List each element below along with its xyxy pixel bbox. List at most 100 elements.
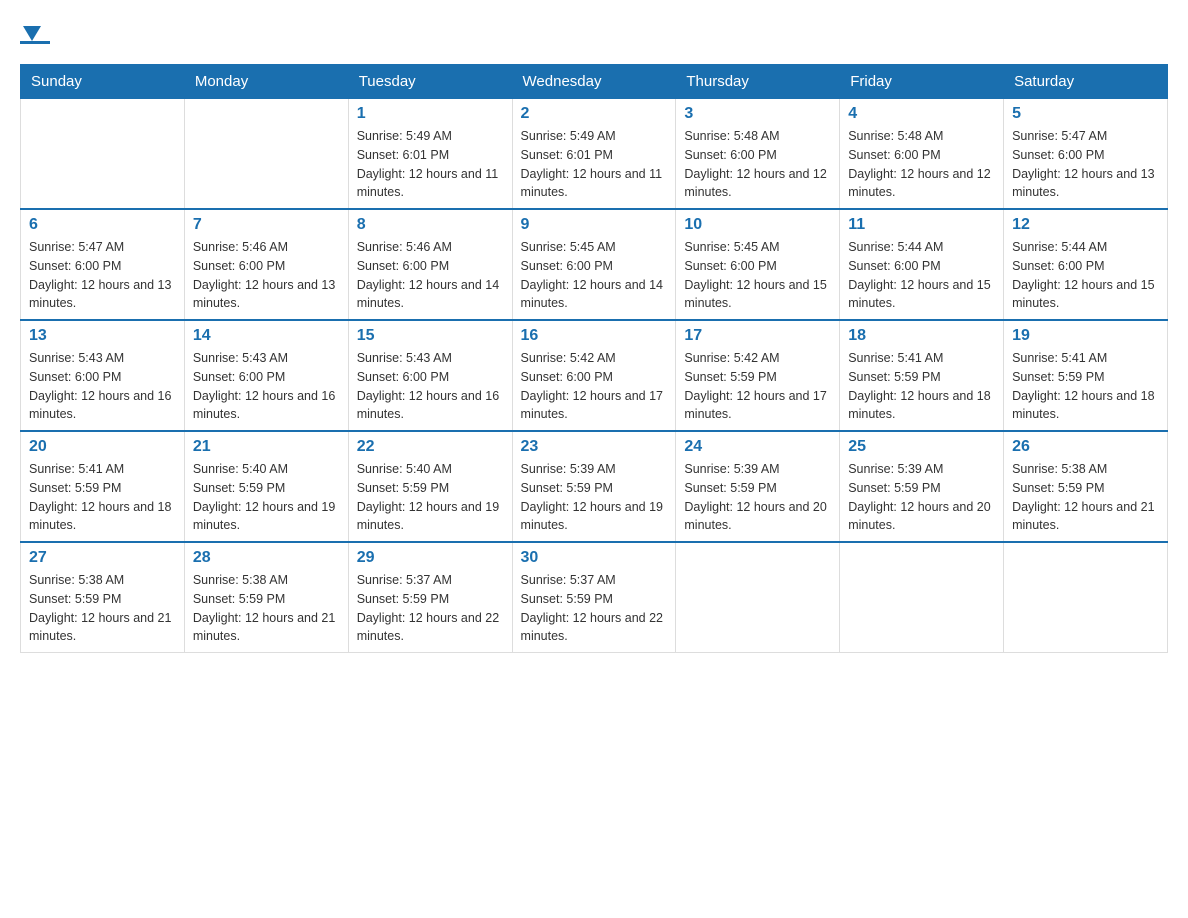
day-number: 26 [1012,438,1159,456]
day-number: 7 [193,216,340,234]
weekday-header-wednesday: Wednesday [512,65,676,99]
day-number: 6 [29,216,176,234]
calendar-cell: 8Sunrise: 5:46 AMSunset: 6:00 PMDaylight… [348,209,512,320]
day-info: Sunrise: 5:47 AMSunset: 6:00 PMDaylight:… [29,238,176,313]
calendar-cell: 10Sunrise: 5:45 AMSunset: 6:00 PMDayligh… [676,209,840,320]
calendar-cell: 4 Sunrise: 5:48 AMSunset: 6:00 PMDaylight… [840,99,1004,210]
day-info: Sunrise: 5:48 AMSunset: 6:00 PMDaylight:… [684,127,831,202]
day-number: 17 [684,327,831,345]
day-info: Sunrise: 5:37 AMSunset: 5:59 PMDaylight:… [521,571,668,646]
week-row-3: 13 Sunrise: 5:43 AMSunset: 6:00 PMDayligh… [21,320,1168,431]
weekday-header-saturday: Saturday [1004,65,1168,99]
day-info: Sunrise: 5:39 AMSunset: 5:59 PMDaylight:… [684,460,831,535]
day-number: 13 [29,327,176,345]
day-number: 19 [1012,327,1159,345]
day-number: 22 [357,438,504,456]
day-info: Sunrise: 5:46 AMSunset: 6:00 PMDaylight:… [357,238,504,313]
day-info: Sunrise: 5:49 AMSunset: 6:01 PMDaylight:… [357,127,504,202]
day-info: Sunrise: 5:42 AMSunset: 6:00 PMDaylight:… [521,349,668,424]
calendar-cell: 13Sunrise: 5:43 AMSunset: 6:00 PMDayligh… [21,320,185,431]
day-number: 18 [848,327,995,345]
logo [20,20,54,44]
calendar-cell: 25 Sunrise: 5:39 AMSunset: 5:59 PMDayligh… [840,431,1004,542]
day-number: 12 [1012,216,1159,234]
day-number: 1 [357,105,504,123]
day-number: 30 [521,549,668,567]
calendar-cell: 24Sunrise: 5:39 AMSunset: 5:59 PMDayligh… [676,431,840,542]
calendar-cell: 16 Sunrise: 5:42 AMSunset: 6:00 PMDayligh… [512,320,676,431]
calendar-cell: 20Sunrise: 5:41 AMSunset: 5:59 PMDayligh… [21,431,185,542]
calendar-cell: 2 Sunrise: 5:49 AMSunset: 6:01 PMDaylight… [512,99,676,210]
weekday-header-tuesday: Tuesday [348,65,512,99]
day-info: Sunrise: 5:38 AMSunset: 5:59 PMDaylight:… [1012,460,1159,535]
calendar-cell: 6 Sunrise: 5:47 AMSunset: 6:00 PMDaylight… [21,209,185,320]
day-number: 2 [521,105,668,123]
calendar-cell: 21 Sunrise: 5:40 AMSunset: 5:59 PMDayligh… [184,431,348,542]
calendar-cell: 3Sunrise: 5:48 AMSunset: 6:00 PMDaylight… [676,99,840,210]
day-info: Sunrise: 5:41 AMSunset: 5:59 PMDaylight:… [1012,349,1159,424]
day-number: 10 [684,216,831,234]
day-info: Sunrise: 5:48 AMSunset: 6:00 PMDaylight:… [848,127,995,202]
calendar-cell: 26 Sunrise: 5:38 AMSunset: 5:59 PMDayligh… [1004,431,1168,542]
calendar-cell: 29 Sunrise: 5:37 AMSunset: 5:59 PMDayligh… [348,542,512,653]
calendar-cell: 28 Sunrise: 5:38 AMSunset: 5:59 PMDayligh… [184,542,348,653]
day-info: Sunrise: 5:40 AMSunset: 5:59 PMDaylight:… [193,460,340,535]
weekday-header-row: SundayMondayTuesdayWednesdayThursdayFrid… [21,65,1168,99]
calendar-cell: 18 Sunrise: 5:41 AMSunset: 5:59 PMDayligh… [840,320,1004,431]
day-info: Sunrise: 5:41 AMSunset: 5:59 PMDaylight:… [848,349,995,424]
day-info: Sunrise: 5:40 AMSunset: 5:59 PMDaylight:… [357,460,504,535]
weekday-header-thursday: Thursday [676,65,840,99]
calendar-cell [840,542,1004,653]
calendar-cell: 9Sunrise: 5:45 AMSunset: 6:00 PMDaylight… [512,209,676,320]
week-row-2: 6 Sunrise: 5:47 AMSunset: 6:00 PMDaylight… [21,209,1168,320]
calendar-cell: 22 Sunrise: 5:40 AMSunset: 5:59 PMDayligh… [348,431,512,542]
day-info: Sunrise: 5:39 AMSunset: 5:59 PMDaylight:… [521,460,668,535]
day-number: 4 [848,105,995,123]
calendar-table: SundayMondayTuesdayWednesdayThursdayFrid… [20,64,1168,653]
calendar-cell: 7 Sunrise: 5:46 AMSunset: 6:00 PMDaylight… [184,209,348,320]
day-info: Sunrise: 5:39 AMSunset: 5:59 PMDaylight:… [848,460,995,535]
day-number: 27 [29,549,176,567]
week-row-5: 27 Sunrise: 5:38 AMSunset: 5:59 PMDayligh… [21,542,1168,653]
calendar-cell: 27 Sunrise: 5:38 AMSunset: 5:59 PMDayligh… [21,542,185,653]
weekday-header-monday: Monday [184,65,348,99]
day-number: 14 [193,327,340,345]
day-info: Sunrise: 5:44 AMSunset: 6:00 PMDaylight:… [848,238,995,313]
day-info: Sunrise: 5:46 AMSunset: 6:00 PMDaylight:… [193,238,340,313]
calendar-cell [21,99,185,210]
calendar-cell [1004,542,1168,653]
day-info: Sunrise: 5:44 AMSunset: 6:00 PMDaylight:… [1012,238,1159,313]
day-number: 29 [357,549,504,567]
calendar-cell: 30 Sunrise: 5:37 AMSunset: 5:59 PMDayligh… [512,542,676,653]
day-number: 9 [521,216,668,234]
day-info: Sunrise: 5:38 AMSunset: 5:59 PMDaylight:… [193,571,340,646]
day-info: Sunrise: 5:37 AMSunset: 5:59 PMDaylight:… [357,571,504,646]
logo-triangle-icon [23,26,41,41]
calendar-cell: 19 Sunrise: 5:41 AMSunset: 5:59 PMDayligh… [1004,320,1168,431]
day-info: Sunrise: 5:47 AMSunset: 6:00 PMDaylight:… [1012,127,1159,202]
calendar-cell: 15 Sunrise: 5:43 AMSunset: 6:00 PMDayligh… [348,320,512,431]
calendar-cell: 12 Sunrise: 5:44 AMSunset: 6:00 PMDayligh… [1004,209,1168,320]
day-number: 5 [1012,105,1159,123]
calendar-cell: 11 Sunrise: 5:44 AMSunset: 6:00 PMDayligh… [840,209,1004,320]
day-number: 15 [357,327,504,345]
week-row-1: 1 Sunrise: 5:49 AMSunset: 6:01 PMDaylight… [21,99,1168,210]
page-header [20,20,1168,44]
day-number: 21 [193,438,340,456]
day-number: 20 [29,438,176,456]
calendar-cell: 23 Sunrise: 5:39 AMSunset: 5:59 PMDayligh… [512,431,676,542]
day-info: Sunrise: 5:38 AMSunset: 5:59 PMDaylight:… [29,571,176,646]
day-info: Sunrise: 5:49 AMSunset: 6:01 PMDaylight:… [521,127,668,202]
weekday-header-sunday: Sunday [21,65,185,99]
day-number: 11 [848,216,995,234]
calendar-cell: 14Sunrise: 5:43 AMSunset: 6:00 PMDayligh… [184,320,348,431]
day-info: Sunrise: 5:43 AMSunset: 6:00 PMDaylight:… [357,349,504,424]
calendar-cell [676,542,840,653]
day-number: 23 [521,438,668,456]
calendar-cell: 1 Sunrise: 5:49 AMSunset: 6:01 PMDaylight… [348,99,512,210]
day-number: 16 [521,327,668,345]
day-number: 25 [848,438,995,456]
calendar-cell: 17Sunrise: 5:42 AMSunset: 5:59 PMDayligh… [676,320,840,431]
day-number: 28 [193,549,340,567]
calendar-cell [184,99,348,210]
